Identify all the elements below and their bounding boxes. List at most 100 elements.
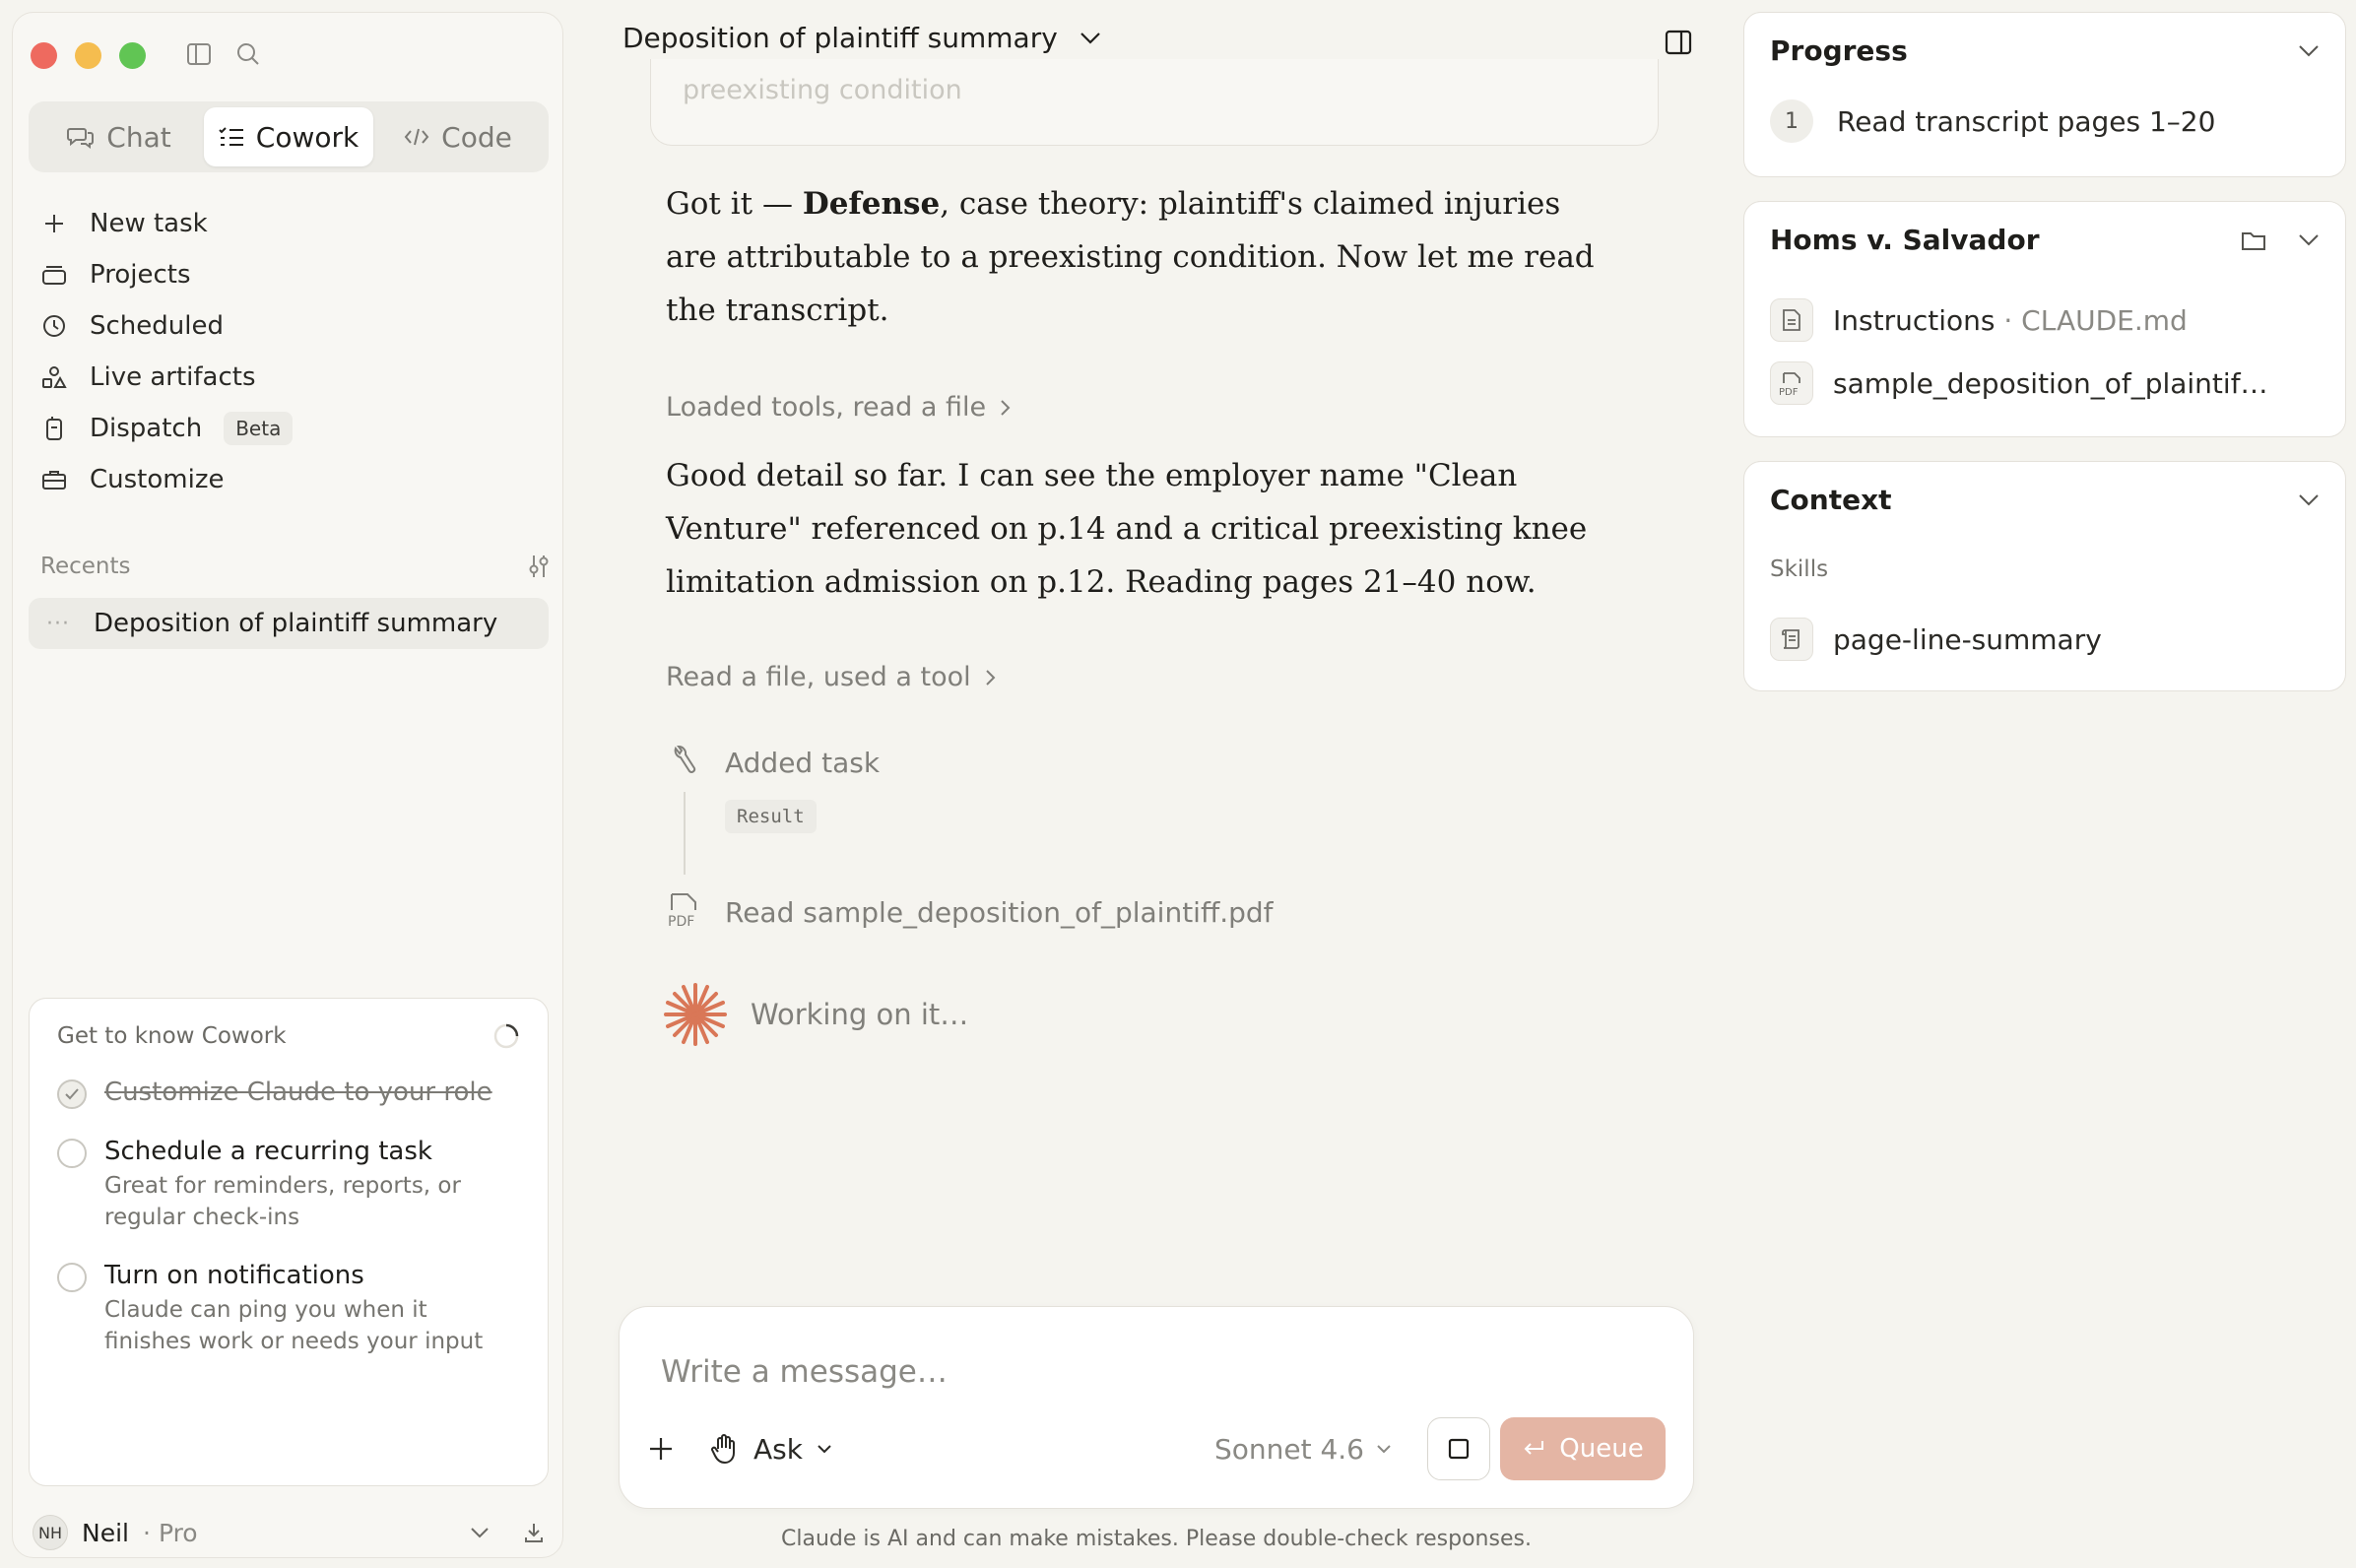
- timeline-label: Added task: [725, 746, 881, 779]
- mode-switcher: Chat Cowork Code: [29, 101, 549, 172]
- project-card: Homs v. Salvador Instructions · CLAUDE.m…: [1743, 201, 2346, 437]
- pdf-tag: PDF: [668, 914, 695, 930]
- result-chip[interactable]: Result: [725, 800, 817, 833]
- timeline-label: Read sample_deposition_of_plaintiff.pdf: [725, 895, 1274, 929]
- onboarding-item-desc: Claude can ping you when it finishes wor…: [104, 1297, 484, 1354]
- step-label: Loaded tools, read a file: [666, 392, 987, 423]
- tab-chat[interactable]: Chat: [34, 107, 204, 166]
- sidebar-item-dispatch[interactable]: Dispatch Beta: [40, 403, 543, 454]
- project-title: Homs v. Salvador: [1770, 224, 2040, 256]
- chevron-down-icon[interactable]: [2298, 44, 2320, 58]
- empty-circle-icon[interactable]: [57, 1139, 87, 1168]
- folder-icon[interactable]: [2241, 229, 2266, 251]
- model-selector[interactable]: Sonnet 4.6: [1214, 1433, 1392, 1466]
- sidebar-toggle-icon[interactable]: [186, 41, 212, 67]
- sidebar-item-customize[interactable]: Customize: [40, 454, 543, 505]
- recent-item-label: Deposition of plaintiff summary: [94, 609, 498, 638]
- file-detail: CLAUDE.md: [2021, 303, 2188, 337]
- sidebar-top-icons: [186, 41, 261, 67]
- onboarding-title: Get to know Cowork: [57, 1023, 287, 1049]
- shapes-icon: [40, 365, 68, 389]
- tab-code[interactable]: Code: [373, 107, 543, 166]
- chevron-down-icon: [1376, 1444, 1392, 1454]
- msg-prefix: Got it —: [666, 186, 803, 222]
- minimize-window-button[interactable]: [75, 42, 101, 69]
- pdf-file-icon: PDF: [666, 892, 701, 932]
- right-panel-toggle-icon[interactable]: [1665, 30, 1692, 55]
- tool-timeline: Added task Result PDF Read sample_deposi…: [666, 741, 1552, 934]
- sidebar-nav: New task Projects Scheduled Live artifac…: [40, 198, 543, 505]
- beta-badge: Beta: [224, 412, 294, 445]
- empty-circle-icon[interactable]: [57, 1263, 87, 1292]
- stop-button[interactable]: [1427, 1417, 1490, 1480]
- tab-cowork[interactable]: Cowork: [204, 107, 373, 166]
- zoom-window-button[interactable]: [119, 42, 146, 69]
- chat-bubbles-icon: [67, 125, 95, 149]
- message-input[interactable]: Write a message…: [661, 1354, 948, 1390]
- chevron-down-icon[interactable]: [470, 1527, 490, 1538]
- sidebar-item-live-artifacts[interactable]: Live artifacts: [40, 352, 543, 403]
- sidebar-item-new-task[interactable]: New task: [40, 198, 543, 249]
- file-item-deposition[interactable]: PDF sample_deposition_of_plaintif…: [1770, 361, 2268, 405]
- file-item-instructions[interactable]: Instructions · CLAUDE.md: [1770, 298, 2188, 342]
- sidebar-item-label: Live artifacts: [90, 362, 256, 392]
- context-card: Context Skills page-line-summary: [1743, 461, 2346, 691]
- timeline-connector: [684, 792, 686, 875]
- download-icon[interactable]: [523, 1522, 545, 1543]
- previous-message-text: preexisting condition: [683, 75, 962, 105]
- file-separator: ·: [2003, 303, 2013, 337]
- working-status: Working on it…: [662, 981, 968, 1048]
- file-name: Instructions: [1833, 303, 1996, 337]
- msg-bold: Defense: [802, 186, 941, 222]
- tab-chat-label: Chat: [106, 120, 171, 154]
- tab-code-label: Code: [441, 120, 512, 154]
- onboarding-item-title: Turn on notifications: [104, 1261, 364, 1290]
- assistant-message-2: Good detail so far. I can see the employ…: [666, 458, 1588, 600]
- conversation-title-dropdown[interactable]: Deposition of plaintiff summary: [622, 22, 1101, 54]
- ask-mode-dropdown[interactable]: Ask: [710, 1433, 832, 1466]
- onboarding-card: Get to know Cowork Customize Claude to y…: [29, 998, 549, 1486]
- working-label: Working on it…: [751, 998, 969, 1031]
- user-plan: Pro: [158, 1518, 198, 1547]
- sidebar-item-label: Scheduled: [90, 311, 224, 341]
- onboarding-item-customize[interactable]: Customize Claude to your role: [57, 1078, 520, 1109]
- sidebar-item-scheduled[interactable]: Scheduled: [40, 300, 543, 352]
- chevron-down-icon[interactable]: [2298, 233, 2320, 247]
- sidebar-item-label: New task: [90, 209, 208, 238]
- chevron-down-icon: [817, 1444, 832, 1454]
- close-window-button[interactable]: [31, 42, 57, 69]
- window-controls: [31, 42, 146, 69]
- model-label: Sonnet 4.6: [1213, 1432, 1364, 1466]
- recent-item-active[interactable]: ··· Deposition of plaintiff summary: [29, 598, 549, 649]
- plus-icon: [40, 213, 68, 234]
- tool-steps-toggle-1[interactable]: Loaded tools, read a file: [666, 392, 1012, 423]
- queue-button[interactable]: Queue: [1500, 1417, 1666, 1480]
- recents-header: Recents: [40, 553, 553, 580]
- more-options-icon[interactable]: ···: [46, 612, 74, 636]
- chevron-down-icon[interactable]: [2298, 493, 2320, 507]
- sidebar-item-projects[interactable]: Projects: [40, 249, 543, 300]
- assistant-message-1: Got it — Defense, case theory: plaintiff…: [666, 177, 1611, 337]
- hand-icon: [710, 1433, 740, 1465]
- check-circle-icon: [57, 1079, 87, 1109]
- sidebar-item-label: Customize: [90, 465, 225, 494]
- phone-icon: [40, 416, 68, 441]
- search-icon[interactable]: [235, 41, 261, 67]
- sidebar-item-label: Dispatch: [90, 414, 203, 443]
- skill-item[interactable]: page-line-summary: [1770, 618, 2102, 661]
- disclaimer: Claude is AI and can make mistakes. Plea…: [781, 1527, 1532, 1551]
- page-title: Deposition of plaintiff summary: [622, 22, 1058, 54]
- pdf-tag: PDF: [1779, 387, 1799, 398]
- user-menu[interactable]: NH Neil · Pro: [33, 1510, 545, 1555]
- filter-sliders-icon[interactable]: [525, 553, 553, 580]
- user-name: Neil: [82, 1518, 129, 1547]
- tool-steps-toggle-2[interactable]: Read a file, used a tool: [666, 662, 997, 692]
- add-attachment-button[interactable]: [647, 1435, 675, 1463]
- onboarding-item-schedule[interactable]: Schedule a recurring task Great for remi…: [57, 1137, 520, 1233]
- progress-card: Progress 1 Read transcript pages 1–20: [1743, 12, 2346, 177]
- onboarding-item-notifications[interactable]: Turn on notifications Claude can ping yo…: [57, 1261, 520, 1357]
- plan-separator: ·: [142, 1518, 151, 1547]
- progress-step: 1 Read transcript pages 1–20: [1770, 99, 2215, 143]
- file-name: sample_deposition_of_plaintif…: [1833, 366, 2268, 400]
- previous-message-card: preexisting condition: [650, 59, 1659, 146]
